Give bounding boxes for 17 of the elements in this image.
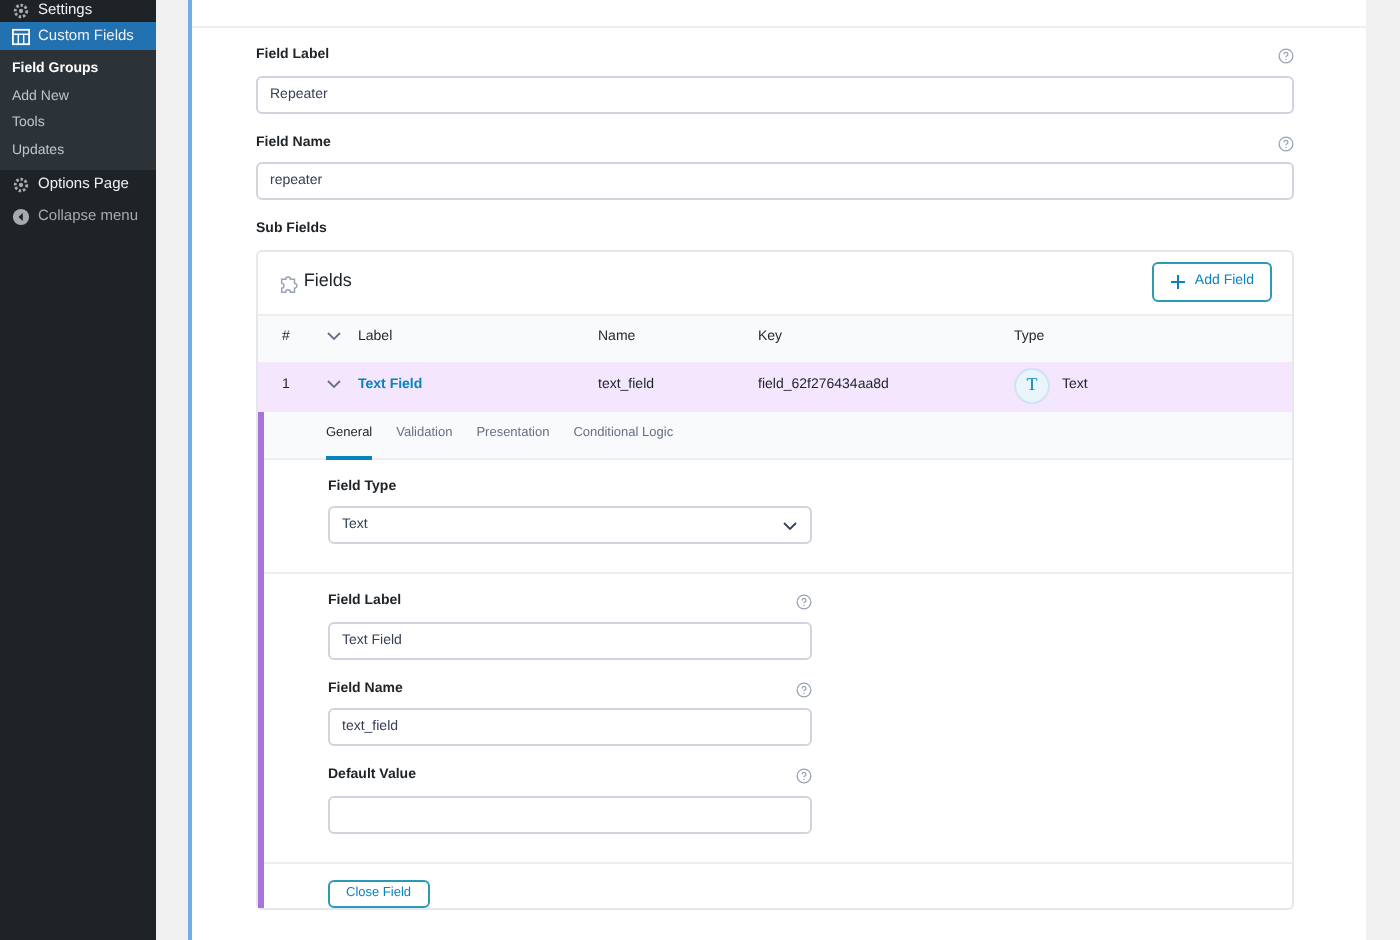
input-field[interactable] — [328, 795, 812, 833]
text-type-icon: T — [1014, 368, 1050, 404]
table-icon — [12, 27, 30, 45]
chevron-down-icon[interactable] — [326, 329, 342, 342]
chevron-down-icon — [782, 519, 798, 531]
gear-icon — [12, 175, 30, 193]
gear-icon — [12, 1, 30, 19]
help-icon[interactable] — [1278, 48, 1294, 65]
help-icon[interactable] — [796, 681, 812, 698]
puzzle-icon — [278, 271, 300, 293]
help-icon[interactable] — [796, 594, 812, 611]
help-icon[interactable] — [796, 768, 812, 785]
panel-title: Fields — [303, 268, 352, 295]
collapse-icon[interactable] — [12, 207, 30, 225]
chevron-down-icon[interactable] — [326, 377, 342, 390]
help-icon[interactable] — [1278, 135, 1294, 152]
plus-icon — [1170, 274, 1187, 290]
